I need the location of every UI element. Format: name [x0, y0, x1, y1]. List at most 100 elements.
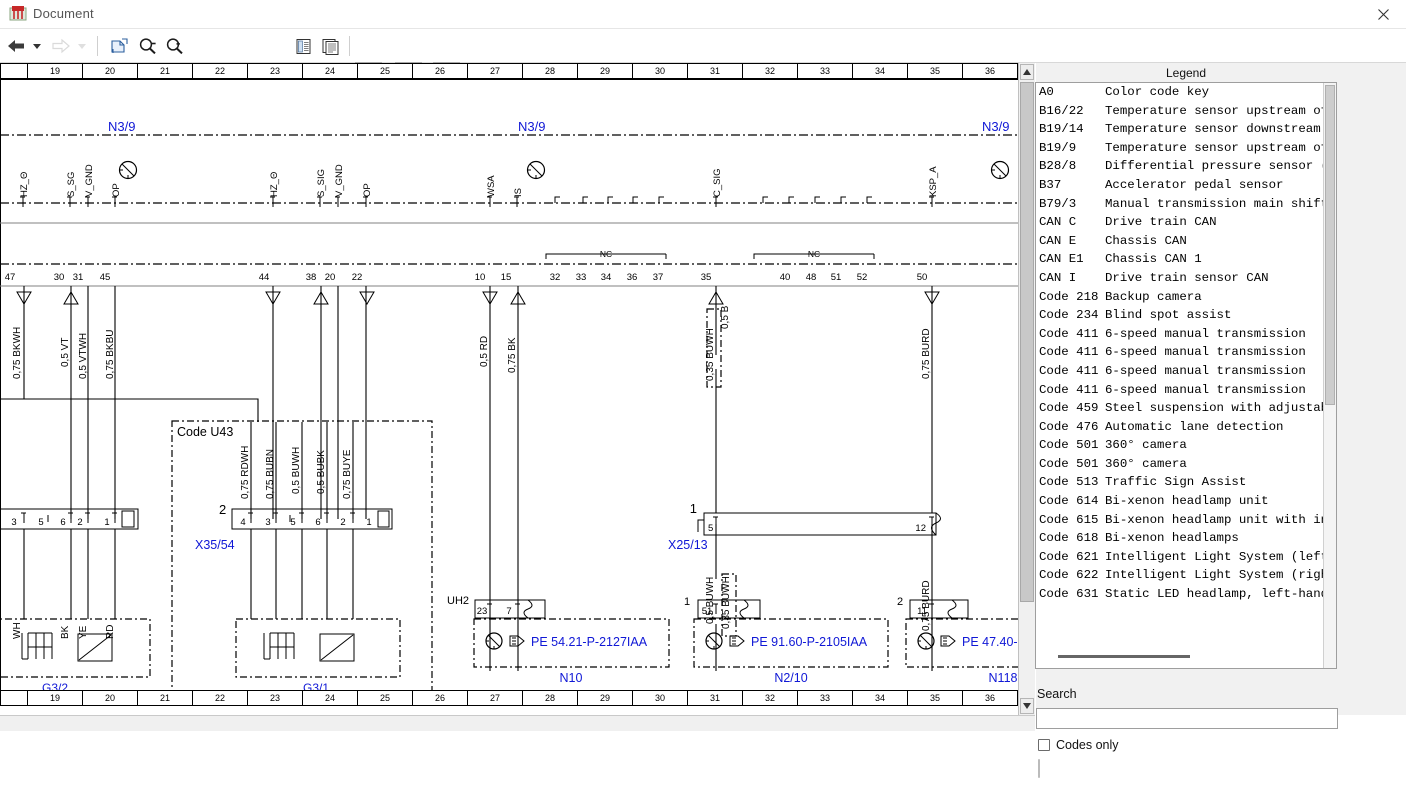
ruler-tick: 34 [853, 691, 908, 705]
signal-label: HZ_Θ [19, 172, 30, 197]
pointer-hand-icon [941, 636, 955, 646]
legend-row-text: Temperature sensor downstream of [1105, 122, 1324, 136]
legend-row[interactable]: Code 614Bi-xenon headlamp unit [1036, 492, 1324, 511]
document-icon [9, 5, 27, 23]
chamber-number: 2 [219, 502, 226, 517]
legend-row[interactable]: CAN IDrive train sensor CAN [1036, 269, 1324, 288]
document-vertical-scrollbar[interactable] [1018, 63, 1035, 715]
close-icon[interactable] [1360, 0, 1406, 29]
legend-row[interactable]: B37Accelerator pedal sensor [1036, 176, 1324, 195]
legend-row[interactable]: Code 476Automatic lane detection [1036, 418, 1324, 437]
legend-row[interactable]: Code 501360° camera [1036, 455, 1324, 474]
pin-number: 12 [915, 523, 926, 534]
nc-label: NC [600, 249, 612, 259]
legend-row-code: CAN C [1039, 213, 1105, 232]
legend-row[interactable]: Code 622Intelligent Light System (right-… [1036, 566, 1324, 585]
legend-row-code: Code 621 [1039, 548, 1105, 567]
wire-label: 0,75 BUYE [342, 449, 353, 499]
pe-code-n10: PE 54.21-P-2127IAA [531, 635, 648, 649]
code-u43-label: Code U43 [177, 425, 233, 439]
forward-button[interactable] [49, 33, 73, 59]
legend-row[interactable]: Code 4116-speed manual transmission [1036, 362, 1324, 381]
legend-vertical-scrollbar[interactable] [1323, 83, 1336, 668]
wire-label: BK [60, 625, 71, 639]
ruler-tick: 23 [248, 64, 303, 78]
legend-list-box[interactable]: A0Color code keyB16/22Temperature sensor… [1035, 82, 1337, 669]
legend-scroll-thumb[interactable] [1325, 85, 1335, 405]
zoom-in-icon[interactable] [162, 33, 186, 59]
signal-label: S_SIG [316, 169, 327, 197]
legend-row[interactable]: Code 218Backup camera [1036, 288, 1324, 307]
ruler-tick: 30 [633, 691, 688, 705]
back-button[interactable] [4, 33, 28, 59]
scroll-down-button[interactable] [1020, 698, 1034, 714]
window-title: Document [33, 6, 94, 21]
ruler-tick: 19 [28, 64, 83, 78]
pin-number: 32 [550, 272, 561, 283]
pin-number: 5 [38, 517, 43, 528]
diagram-canvas[interactable]: N3/9 N3/9 N3/9 HZ_Θ S_SG [0, 79, 1018, 690]
ruler-tick: 26 [413, 691, 468, 705]
signal-label: OP [362, 183, 373, 197]
plug-symbol-1 [120, 162, 137, 179]
legend-row[interactable]: Code 631Static LED headlamp, left-hand t… [1036, 585, 1324, 604]
legend-row[interactable]: Code 4116-speed manual transmission [1036, 381, 1324, 400]
codes-only-checkbox[interactable] [1038, 739, 1050, 751]
legend-row[interactable]: Code 4116-speed manual transmission [1036, 343, 1324, 362]
legend-row-text: 360° camera [1105, 438, 1187, 452]
legend-row[interactable]: Code 4116-speed manual transmission [1036, 325, 1324, 344]
forward-dropdown-chevron-down-icon[interactable] [74, 33, 89, 59]
legend-horizontal-scrollbar[interactable] [1038, 652, 1334, 663]
connector-x3554: 4 3 5 6 2 1 2 X35/54 [195, 502, 392, 552]
legend-row[interactable]: A0Color code key [1036, 83, 1324, 102]
scroll-thumb[interactable] [1020, 82, 1034, 602]
fit-page-icon[interactable] [106, 33, 132, 59]
legend-row-text: Bi-xenon headlamp unit with integ [1105, 513, 1324, 527]
legend-row[interactable]: B16/22Temperature sensor upstream of ca [1036, 102, 1324, 121]
search-label: Search [1037, 687, 1077, 701]
zoom-out-icon[interactable] [135, 33, 159, 59]
legend-row[interactable]: B79/3Manual transmission main shifter [1036, 195, 1324, 214]
legend-row[interactable]: B19/9Temperature sensor upstream of di [1036, 139, 1324, 158]
legend-row-text: 360° camera [1105, 457, 1187, 471]
legend-hscroll-thumb[interactable] [1058, 655, 1190, 658]
legend-row[interactable]: CAN EChassis CAN [1036, 232, 1324, 251]
legend-row[interactable]: Code 615Bi-xenon headlamp unit with inte… [1036, 511, 1324, 530]
legend-row-code: CAN E1 [1039, 250, 1105, 269]
legend-row-code: Code 411 [1039, 362, 1105, 381]
legend-row[interactable]: Code 618Bi-xenon headlamps [1036, 529, 1324, 548]
legend-row[interactable]: B19/14Temperature sensor downstream of [1036, 120, 1324, 139]
single-page-icon[interactable] [291, 33, 315, 59]
legend-row[interactable]: Code 459Steel suspension with adjustable [1036, 399, 1324, 418]
document-horizontal-scrollbar[interactable] [0, 715, 1035, 731]
back-dropdown-chevron-down-icon[interactable] [29, 33, 44, 59]
legend-row[interactable]: Code 234Blind spot assist [1036, 306, 1324, 325]
legend-row-code: Code 459 [1039, 399, 1105, 418]
legend-title: Legend [1036, 66, 1336, 82]
scroll-up-button[interactable] [1020, 64, 1034, 80]
partial-checkbox[interactable] [1038, 759, 1040, 778]
pin-number: 7 [506, 606, 511, 617]
legend-row[interactable]: CAN E1Chassis CAN 1 [1036, 250, 1324, 269]
legend-row[interactable]: CAN CDrive train CAN [1036, 213, 1324, 232]
wiring-diagram: N3/9 N3/9 N3/9 HZ_Θ S_SG [0, 79, 1018, 690]
legend-row[interactable]: B28/8Differential pressure sensor (DPF [1036, 157, 1324, 176]
legend-row-text: Drive train CAN [1105, 215, 1217, 229]
ruler-tick: 31 [688, 691, 743, 705]
pin-number: 52 [857, 272, 868, 283]
component-name-n118: N118 [989, 671, 1018, 685]
pin-number: 30 [54, 272, 65, 283]
codes-only-checkbox-row[interactable]: Codes only [1038, 738, 1119, 752]
ruler-top: 192021222324252627282930313233343536 [0, 63, 1018, 79]
legend-row[interactable]: Code 501360° camera [1036, 436, 1324, 455]
legend-row[interactable]: Code 621Intelligent Light System (left-h… [1036, 548, 1324, 567]
search-input[interactable] [1036, 708, 1338, 729]
legend-row-text: Traffic Sign Assist [1105, 475, 1246, 489]
wire-label: RD [105, 625, 116, 639]
pin-number: 35 [701, 272, 712, 283]
pointer-hand-icon [510, 636, 524, 646]
legend-row[interactable]: Code 513Traffic Sign Assist [1036, 473, 1324, 492]
continuous-page-icon[interactable] [318, 33, 342, 59]
legend-row-code: B28/8 [1039, 157, 1105, 176]
ruler-tick: 22 [193, 64, 248, 78]
